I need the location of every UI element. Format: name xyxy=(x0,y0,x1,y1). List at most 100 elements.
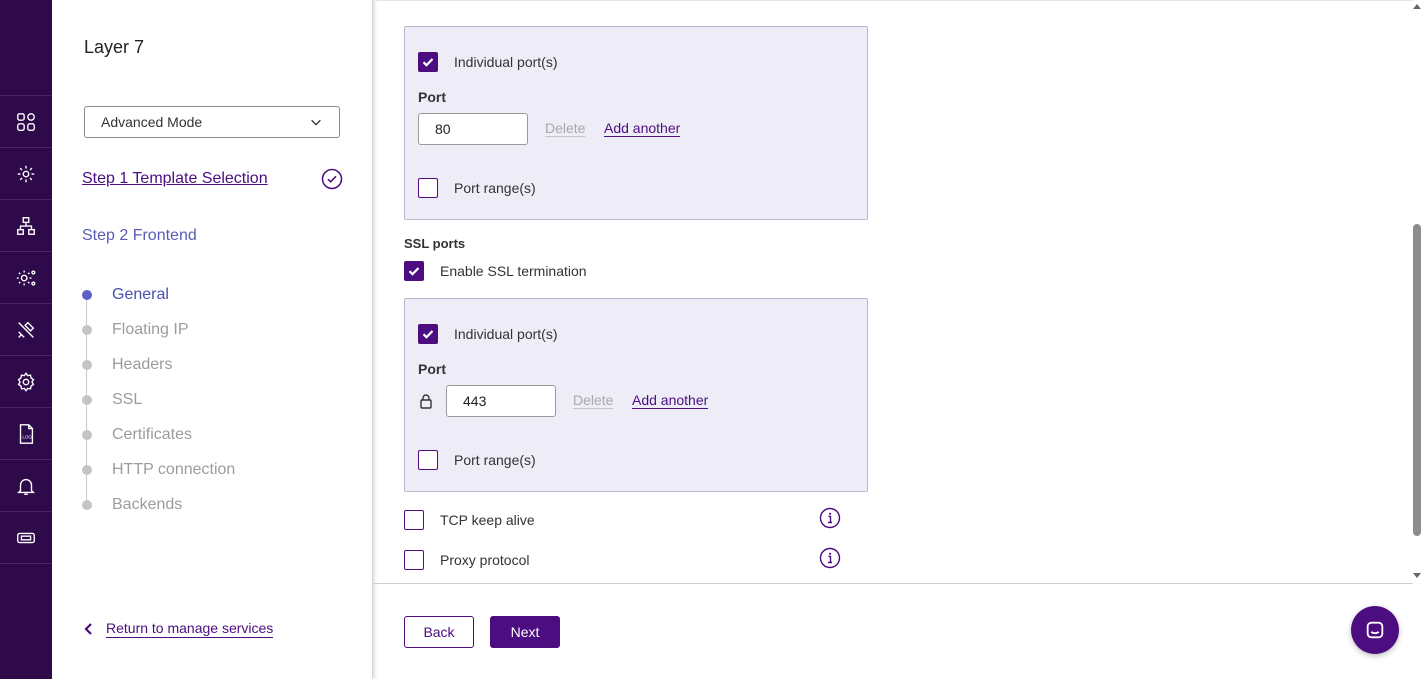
substep-dot xyxy=(82,395,92,405)
http-port-range-checkbox[interactable]: Port range(s) xyxy=(418,178,536,198)
step-2-label: Step 2 Frontend xyxy=(82,227,197,244)
app-root: LOG Layer 7 Advanced Mode Step 1 Templat… xyxy=(0,0,1424,679)
checkbox-label: Individual port(s) xyxy=(454,54,558,70)
substep-dot xyxy=(82,360,92,370)
rail-advanced-settings[interactable] xyxy=(0,252,52,304)
scroll-down-arrow-icon[interactable] xyxy=(1412,570,1422,580)
footer-divider xyxy=(373,583,1413,584)
http-ports-panel: Individual port(s) Port Delete Add anoth… xyxy=(404,26,868,220)
substep-label: Backends xyxy=(112,496,183,513)
page-title: Layer 7 xyxy=(84,37,145,57)
tcp-keep-alive-checkbox[interactable]: TCP keep alive xyxy=(404,510,535,530)
rail-logs[interactable]: LOG xyxy=(0,408,52,460)
ssl-ports-title: SSL ports xyxy=(404,236,466,251)
checkbox-box xyxy=(404,550,424,570)
rail-dashboard[interactable] xyxy=(0,96,52,148)
ssl-individual-ports-checkbox[interactable]: Individual port(s) xyxy=(418,324,558,344)
substep-dot xyxy=(82,430,92,440)
ssl-port-range-checkbox[interactable]: Port range(s) xyxy=(418,450,536,470)
network-icon xyxy=(17,216,35,235)
bell-icon xyxy=(17,478,35,495)
icon-rail: LOG xyxy=(0,0,52,679)
scroll-up-arrow-icon[interactable] xyxy=(1412,2,1422,12)
enable-ssl-termination-checkbox[interactable]: Enable SSL termination xyxy=(404,261,587,281)
check-circle-icon xyxy=(321,168,343,190)
substep-headers[interactable]: Headers xyxy=(82,353,172,377)
substep-label: Headers xyxy=(112,356,173,373)
chat-button[interactable] xyxy=(1351,606,1399,654)
http-port-delete-link[interactable]: Delete xyxy=(545,120,586,137)
scrollbar-thumb[interactable] xyxy=(1413,224,1421,536)
rail-notifications[interactable] xyxy=(0,460,52,512)
rail-logo-area xyxy=(0,0,52,96)
ssl-port-delete-link[interactable]: Delete xyxy=(573,392,614,409)
http-port-input[interactable] xyxy=(418,113,528,145)
ssl-port-label: Port xyxy=(418,361,446,377)
http-port-label: Port xyxy=(418,89,446,105)
substep-certificates[interactable]: Certificates xyxy=(82,423,192,447)
chat-icon xyxy=(1366,621,1384,639)
ssl-port-input[interactable] xyxy=(446,385,556,417)
scrollbar[interactable] xyxy=(1410,0,1424,583)
http-port-add-another-link[interactable]: Add another xyxy=(604,120,681,137)
dashboard-icon xyxy=(17,112,35,131)
check-icon xyxy=(422,58,434,67)
substep-dot xyxy=(82,465,92,475)
svg-text:LOG: LOG xyxy=(22,434,32,439)
gear-icon xyxy=(17,371,35,392)
wizard-sidebar: Layer 7 Advanced Mode Step 1 Template Se… xyxy=(52,0,373,679)
mode-select[interactable]: Advanced Mode xyxy=(84,106,340,138)
substep-dot xyxy=(82,325,92,335)
next-button[interactable]: Next xyxy=(490,616,560,648)
rail-services[interactable] xyxy=(0,148,52,200)
checkbox-box xyxy=(418,324,438,344)
substep-dot xyxy=(82,500,92,510)
checkbox-label: Individual port(s) xyxy=(454,326,558,342)
chevron-left-icon xyxy=(84,623,92,635)
substep-label: HTTP connection xyxy=(112,461,236,478)
substep-floating-ip[interactable]: Floating IP xyxy=(82,318,188,342)
checkbox-label: TCP keep alive xyxy=(440,512,535,528)
proxy-protocol-checkbox[interactable]: Proxy protocol xyxy=(404,550,529,570)
substep-dot xyxy=(82,290,92,300)
ssl-port-add-another-link[interactable]: Add another xyxy=(632,392,709,409)
checkbox-box xyxy=(418,52,438,72)
settings-advanced-icon xyxy=(16,269,36,286)
rail-tools[interactable] xyxy=(0,304,52,356)
checkbox-box xyxy=(404,510,424,530)
substep-label: Floating IP xyxy=(112,321,189,338)
chevron-down-icon xyxy=(311,119,321,126)
substep-label: General xyxy=(112,286,169,303)
checkbox-box xyxy=(404,261,424,281)
checkbox-label: Proxy protocol xyxy=(440,552,530,568)
services-icon xyxy=(17,165,35,182)
return-to-services-link[interactable]: Return to manage services xyxy=(82,620,274,638)
log-icon: LOG xyxy=(19,423,34,444)
checkbox-box xyxy=(418,178,438,198)
substep-label: SSL xyxy=(112,391,143,408)
substep-label: Certificates xyxy=(112,426,193,443)
checkbox-label: Enable SSL termination xyxy=(440,263,587,279)
substep-general[interactable]: General xyxy=(82,283,169,307)
tools-icon xyxy=(18,321,35,338)
rail-network[interactable] xyxy=(0,200,52,252)
check-icon xyxy=(408,267,420,276)
info-icon[interactable] xyxy=(819,507,841,529)
checkbox-label: Port range(s) xyxy=(454,180,536,196)
substep-http-connection[interactable]: HTTP connection xyxy=(82,458,235,482)
rail-tickets[interactable] xyxy=(0,512,52,564)
top-divider xyxy=(373,0,1413,1)
step-1-link[interactable]: Step 1 Template Selection xyxy=(82,170,268,188)
rail-settings[interactable] xyxy=(0,356,52,408)
lock-icon xyxy=(420,394,432,409)
info-icon[interactable] xyxy=(819,547,841,569)
substep-ssl[interactable]: SSL xyxy=(82,388,142,412)
checkbox-box xyxy=(418,450,438,470)
http-individual-ports-checkbox[interactable]: Individual port(s) xyxy=(418,52,558,72)
back-button[interactable]: Back xyxy=(404,616,474,648)
mode-select-value: Advanced Mode xyxy=(101,114,203,130)
ssl-ports-panel: Individual port(s) Port Delete Add anoth… xyxy=(404,298,868,492)
return-link-label: Return to manage services xyxy=(106,620,274,638)
check-icon xyxy=(422,330,434,339)
substep-backends[interactable]: Backends xyxy=(82,493,182,517)
